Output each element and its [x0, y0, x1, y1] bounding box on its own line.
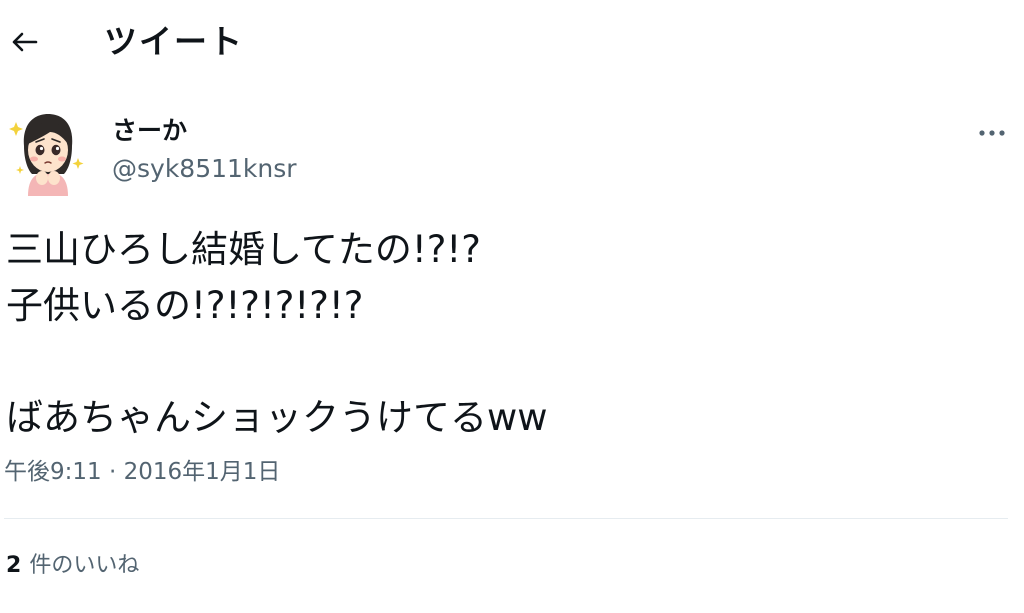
avatar[interactable] [6, 106, 90, 196]
tweet-line [6, 334, 1006, 390]
back-button[interactable] [4, 22, 44, 62]
likes-count: 2 [6, 553, 22, 578]
user-handle[interactable]: @syk8511knsr [112, 152, 297, 186]
girl-worried-avatar-icon [9, 114, 84, 196]
more-button[interactable] [970, 118, 1014, 148]
arrow-left-icon [12, 32, 38, 52]
likes-label: 件のいいね [29, 553, 140, 578]
tweet-line: 子供いるの!?!?!?!?!? [6, 284, 364, 327]
tweet-line: 三山ひろし結婚してたの!?!? [6, 228, 481, 271]
header: ツイート [0, 0, 1024, 86]
divider [4, 518, 1008, 519]
tweet-timestamp[interactable]: 午後9:11 · 2016年1月1日 [4, 456, 280, 488]
tweet-text: 三山ひろし結婚してたの!?!? 子供いるの!?!?!?!?!? ばあちゃんショッ… [6, 222, 1006, 446]
tweet-line: ばあちゃんショックうけてるww [6, 396, 548, 439]
page-title: ツイート [104, 22, 244, 61]
display-name[interactable]: さーか [112, 114, 187, 148]
more-horizontal-icon [979, 130, 1005, 136]
likes-link[interactable]: 2 件のいいね [6, 550, 139, 582]
